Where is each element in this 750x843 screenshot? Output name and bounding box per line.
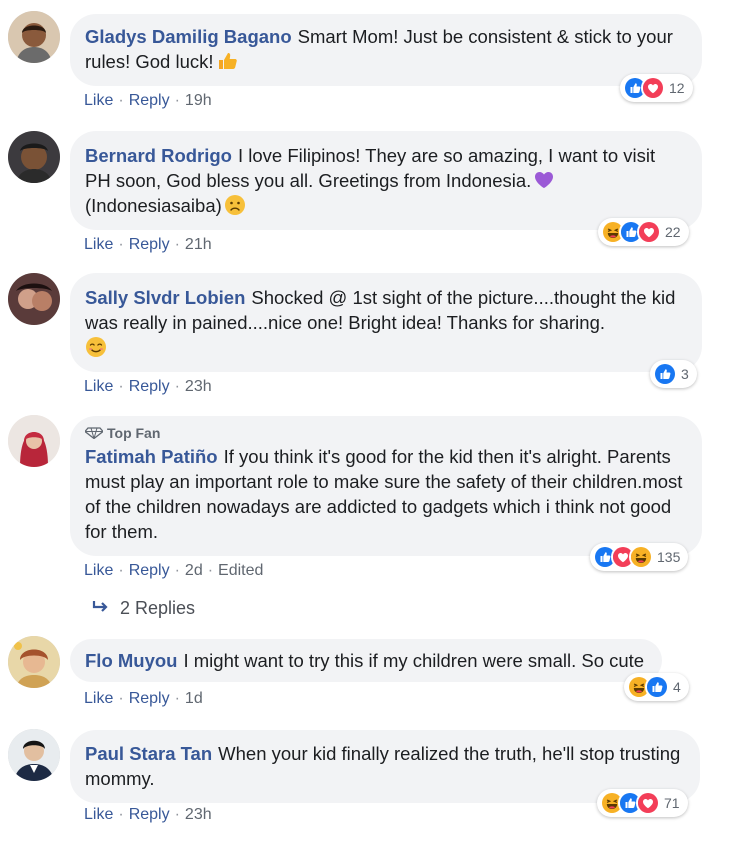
avatar[interactable] bbox=[8, 273, 60, 325]
author-name[interactable]: Sally Slvdr Lobien bbox=[85, 287, 245, 308]
thumbs-up-emoji-icon bbox=[216, 50, 238, 72]
reaction-summary[interactable]: 135 bbox=[590, 543, 689, 571]
timestamp[interactable]: 2d bbox=[185, 562, 203, 579]
author-name[interactable]: Flo Muyou bbox=[85, 650, 177, 671]
like-icon bbox=[653, 362, 677, 386]
smiling-face-emoji-icon bbox=[85, 336, 107, 358]
reaction-summary[interactable]: 22 bbox=[598, 218, 689, 246]
like-icon bbox=[645, 675, 669, 699]
comment-actions: Like · Reply · 2d · Edited bbox=[84, 562, 264, 579]
reaction-summary[interactable]: 3 bbox=[650, 360, 697, 388]
timestamp[interactable]: 23h bbox=[185, 378, 212, 395]
like-link[interactable]: Like bbox=[84, 806, 113, 823]
timestamp[interactable]: 21h bbox=[185, 236, 212, 253]
replies-count-label[interactable]: 2 Replies bbox=[120, 598, 195, 619]
reply-link[interactable]: Reply bbox=[129, 690, 170, 707]
reaction-count: 135 bbox=[657, 549, 681, 565]
author-name[interactable]: Bernard Rodrigo bbox=[85, 145, 232, 166]
timestamp[interactable]: 1d bbox=[185, 690, 203, 707]
love-icon bbox=[636, 791, 660, 815]
reaction-summary[interactable]: 12 bbox=[620, 74, 693, 102]
love-icon bbox=[641, 76, 665, 100]
top-fan-badge: Top Fan bbox=[85, 424, 684, 442]
avatar[interactable] bbox=[8, 11, 60, 63]
sad-face-emoji-icon bbox=[224, 194, 246, 216]
comment-bubble: Sally Slvdr Lobien Shocked @ 1st sight of… bbox=[70, 273, 702, 372]
comment-bubble: Bernard Rodrigo I love Filipinos! They ar… bbox=[70, 131, 702, 230]
comment-actions: Like · Reply · 21h bbox=[84, 236, 212, 253]
reply-link[interactable]: Reply bbox=[129, 806, 170, 823]
comment-actions: Like · Reply · 23h bbox=[84, 806, 212, 823]
avatar[interactable] bbox=[8, 131, 60, 183]
timestamp[interactable]: 23h bbox=[185, 806, 212, 823]
reaction-count: 4 bbox=[673, 679, 681, 695]
comment-actions: Like · Reply · 23h bbox=[84, 378, 212, 395]
like-link[interactable]: Like bbox=[84, 236, 113, 253]
reply-link[interactable]: Reply bbox=[129, 92, 170, 109]
avatar[interactable] bbox=[8, 729, 60, 781]
view-replies-link[interactable]: 2 Replies bbox=[92, 598, 195, 619]
avatar[interactable] bbox=[8, 636, 60, 688]
love-icon bbox=[637, 220, 661, 244]
comment-actions: Like · Reply · 19h bbox=[84, 92, 212, 109]
timestamp[interactable]: 19h bbox=[185, 92, 212, 109]
comment-text-hashtag: (Indonesiasaiba) bbox=[85, 195, 222, 216]
comment-text: I might want to try this if my children … bbox=[183, 650, 645, 671]
reaction-count: 22 bbox=[665, 224, 681, 240]
reaction-count: 12 bbox=[669, 80, 685, 96]
reply-link[interactable]: Reply bbox=[129, 236, 170, 253]
reaction-count: 3 bbox=[681, 366, 689, 382]
comment-bubble: Gladys Damilig Bagano Smart Mom! Just be … bbox=[70, 14, 702, 86]
edited-label[interactable]: Edited bbox=[218, 562, 263, 579]
like-link[interactable]: Like bbox=[84, 378, 113, 395]
author-name[interactable]: Fatimah Patiño bbox=[85, 446, 218, 467]
author-name[interactable]: Paul Stara Tan bbox=[85, 743, 212, 764]
comment-bubble: Top Fan Fatimah Patiño If you think it's … bbox=[70, 416, 702, 556]
reaction-summary[interactable]: 4 bbox=[624, 673, 689, 701]
purple-heart-emoji-icon bbox=[533, 169, 555, 191]
like-link[interactable]: Like bbox=[84, 562, 113, 579]
reply-arrow-icon bbox=[92, 598, 110, 619]
reply-link[interactable]: Reply bbox=[129, 562, 170, 579]
haha-icon bbox=[629, 545, 653, 569]
like-link[interactable]: Like bbox=[84, 690, 113, 707]
like-link[interactable]: Like bbox=[84, 92, 113, 109]
top-fan-label: Top Fan bbox=[107, 425, 161, 441]
reaction-count: 71 bbox=[664, 795, 680, 811]
author-name[interactable]: Gladys Damilig Bagano bbox=[85, 26, 292, 47]
diamond-icon bbox=[85, 427, 103, 439]
reaction-summary[interactable]: 71 bbox=[597, 789, 688, 817]
reply-link[interactable]: Reply bbox=[129, 378, 170, 395]
comment-actions: Like · Reply · 1d bbox=[84, 690, 203, 707]
avatar[interactable] bbox=[8, 415, 60, 467]
comment-bubble: Flo Muyou I might want to try this if my … bbox=[70, 639, 663, 682]
